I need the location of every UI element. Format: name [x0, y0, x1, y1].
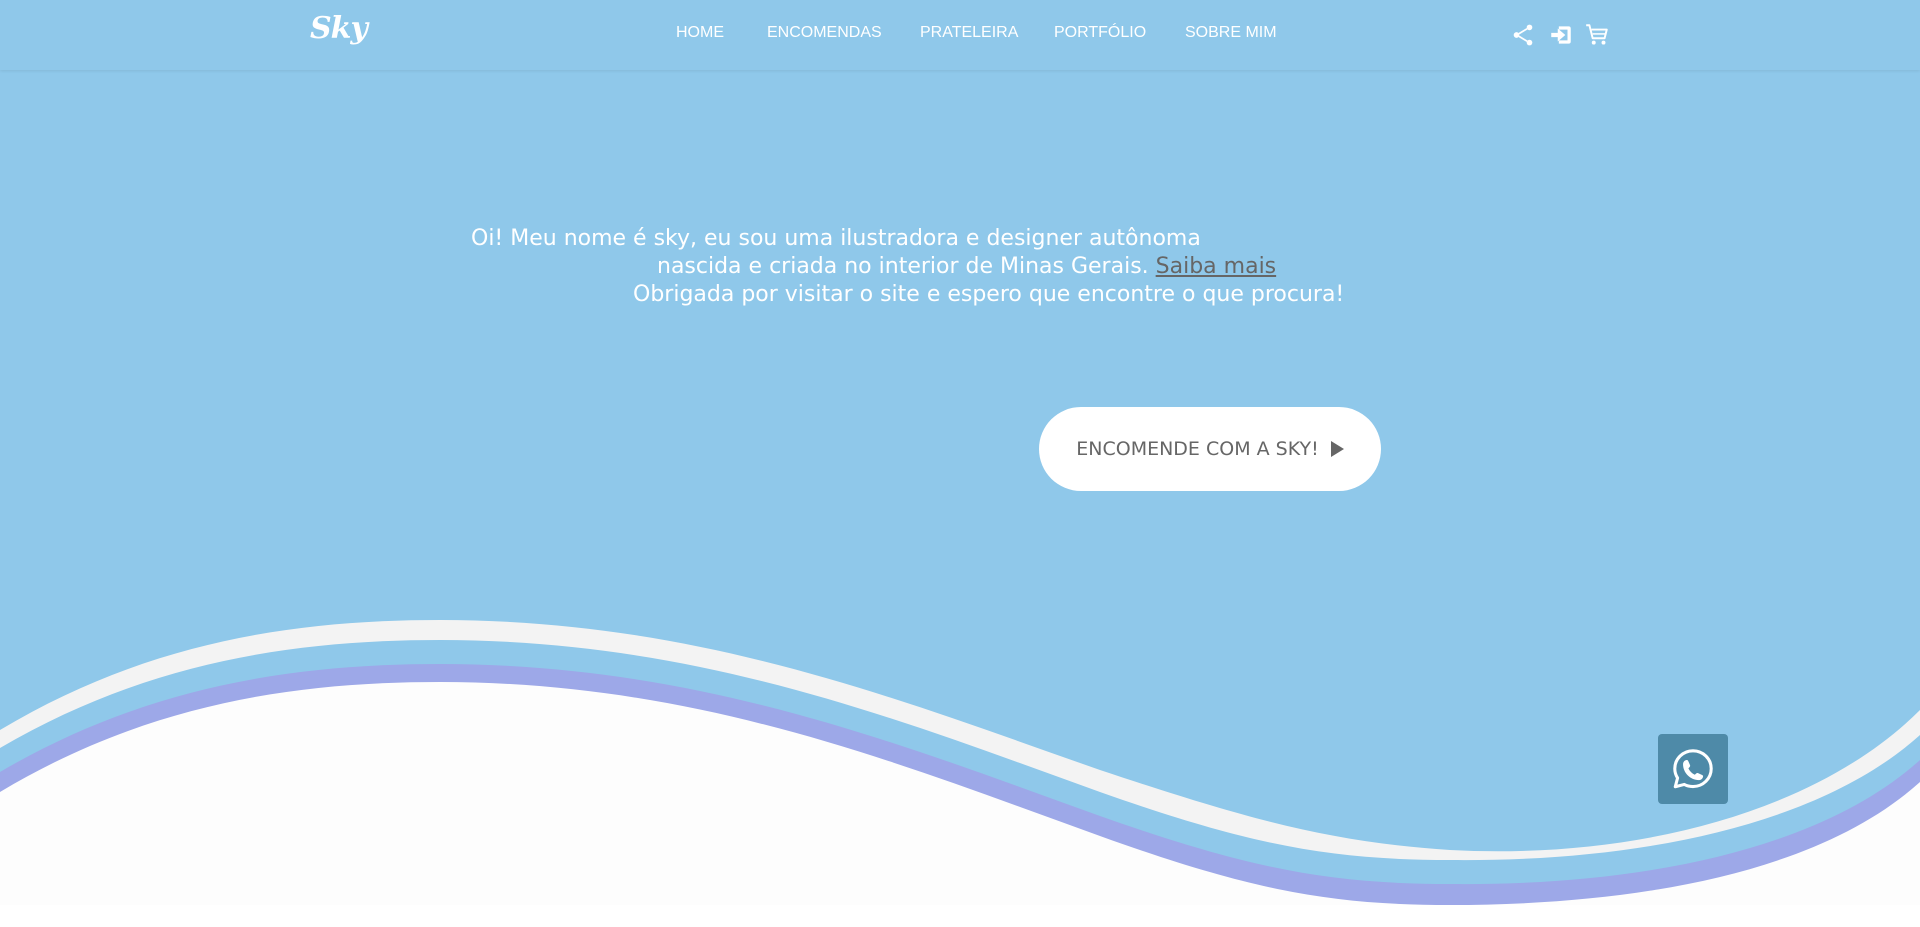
nav-item-sobre-mim[interactable]: SOBRE MIM [1185, 24, 1277, 42]
share-icon[interactable] [1510, 22, 1536, 48]
saiba-mais-link[interactable]: Saiba mais [1156, 254, 1276, 279]
play-arrow-icon [1330, 441, 1344, 457]
nav-item-portfolio[interactable]: PORTFÓLIO [1054, 24, 1146, 42]
nav-item-prateleira[interactable]: PRATELEIRA [920, 24, 1018, 42]
nav-item-encomendas[interactable]: ENCOMENDAS [767, 24, 882, 42]
order-cta-button[interactable]: ENCOMENDE COM A SKY! [1039, 407, 1381, 491]
order-cta-label: ENCOMENDE COM A SKY! [1076, 438, 1319, 460]
hero-section: Oi! Meu nome é sky, eu sou uma ilustrado… [0, 0, 1920, 905]
intro-line-1: Oi! Meu nome é sky, eu sou uma ilustrado… [471, 226, 1201, 251]
login-icon[interactable] [1548, 22, 1574, 48]
nav-item-home[interactable]: HOME [676, 24, 724, 42]
page: Oi! Meu nome é sky, eu sou uma ilustrado… [0, 0, 1920, 927]
intro-line-2: nascida e criada no interior de Minas Ge… [657, 253, 1276, 281]
decorative-waves [0, 620, 1920, 905]
site-header: Sky HOME ENCOMENDAS PRATELEIRA PORTFÓLIO… [0, 0, 1920, 70]
cart-icon[interactable] [1584, 22, 1610, 48]
intro-line-3: Obrigada por visitar o site e espero que… [633, 282, 1345, 307]
intro-line-2-text: nascida e criada no interior de Minas Ge… [657, 254, 1149, 279]
main-nav: HOME ENCOMENDAS PRATELEIRA PORTFÓLIO SOB… [0, 24, 1920, 48]
whatsapp-button[interactable] [1658, 734, 1728, 804]
whatsapp-icon [1673, 749, 1713, 789]
